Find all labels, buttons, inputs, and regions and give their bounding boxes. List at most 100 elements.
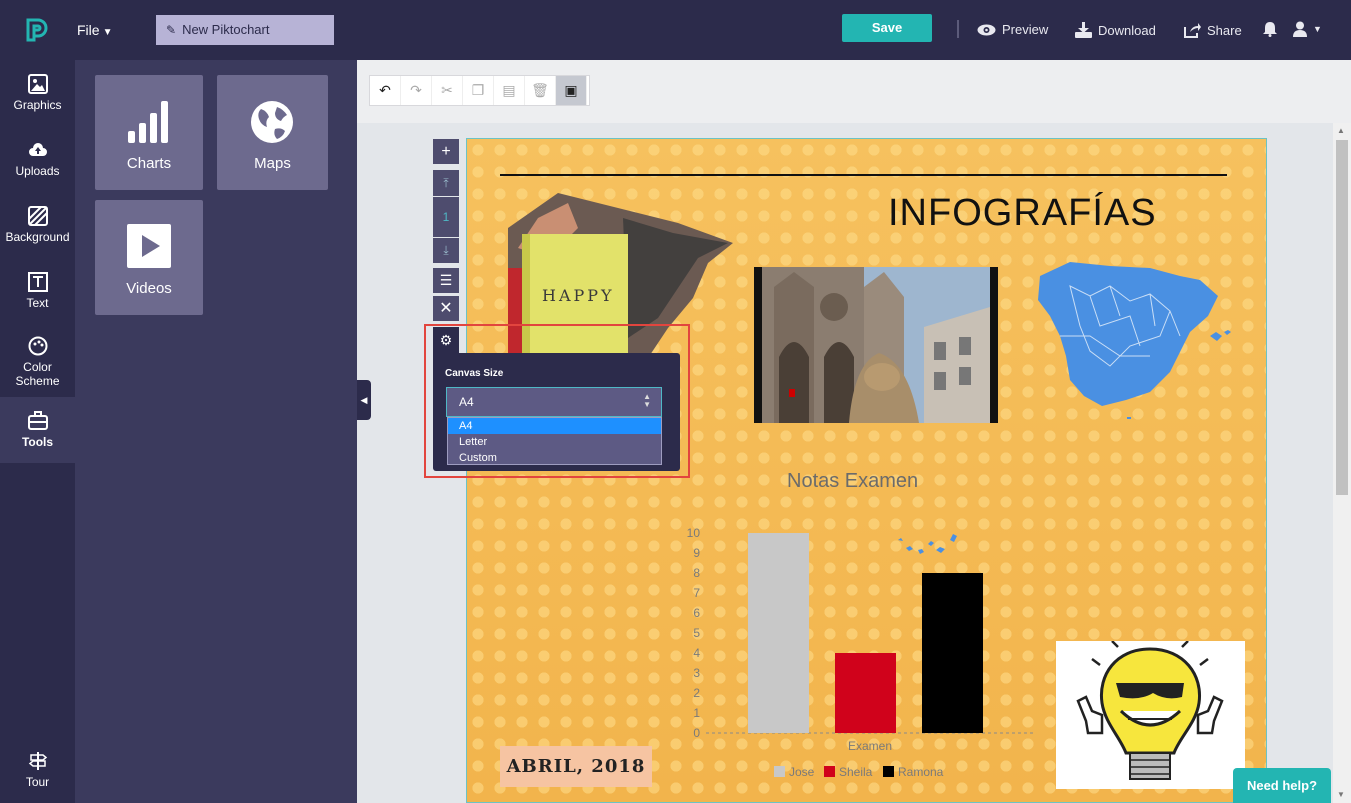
canvas-size-select[interactable]: A4 ▲ ▼ <box>446 387 662 417</box>
share-icon <box>1184 23 1201 38</box>
cathedral-photo[interactable] <box>754 267 998 423</box>
duplicate-icon: ☰ <box>439 272 453 288</box>
y-tick-label: 8 <box>693 566 700 580</box>
download-icon <box>1075 22 1092 38</box>
nav-label: Color Scheme <box>15 360 60 388</box>
y-tick-label: 1 <box>693 706 700 720</box>
pencil-icon: ✎ <box>166 23 177 37</box>
chevron-left-icon: ◀ <box>360 395 368 405</box>
tile-videos[interactable]: Videos <box>95 200 203 315</box>
eye-icon <box>977 24 996 35</box>
x-axis-label: Examen <box>848 739 892 753</box>
nav-label: Tour <box>25 775 50 789</box>
arrange-button[interactable]: ▣ <box>556 76 587 105</box>
user-icon <box>1293 21 1307 37</box>
file-menu[interactable]: File ▼ <box>77 22 112 38</box>
save-button[interactable]: Save <box>842 14 932 42</box>
tile-label: Videos <box>126 280 172 297</box>
globe-icon <box>251 101 293 143</box>
delete-block-button[interactable]: ✕ <box>433 296 459 321</box>
title-rule <box>500 174 1227 176</box>
cathedral-image <box>754 267 998 423</box>
canvas-size-value: A4 <box>459 395 474 409</box>
bell-icon <box>1263 22 1277 37</box>
scroll-down-arrow-icon[interactable]: ▼ <box>1337 790 1345 799</box>
copy-button[interactable]: ❐ <box>463 76 494 105</box>
nav-label: Graphics <box>13 98 62 112</box>
plus-icon: + <box>441 143 451 160</box>
nav-item-background[interactable]: Background <box>0 206 75 244</box>
move-block-up-button[interactable]: ⤒ <box>433 170 459 196</box>
date-badge[interactable]: ABRIL, 2018 <box>500 746 652 787</box>
y-tick-label: 2 <box>693 686 700 700</box>
nav-label: Tools <box>21 435 54 449</box>
preview-button[interactable]: Preview <box>977 22 1048 37</box>
nav-item-uploads[interactable]: Uploads <box>0 140 75 178</box>
y-tick-label: 3 <box>693 666 700 680</box>
divider <box>957 20 959 38</box>
select-arrows-icon: ▲ ▼ <box>643 392 651 409</box>
block-number: 1 <box>433 197 459 237</box>
legend-label: Ramona <box>898 765 944 779</box>
arrow-up-icon: ⤒ <box>443 176 449 190</box>
scissors-icon: ✂ <box>441 82 453 98</box>
bar-sheila <box>835 653 896 733</box>
tile-charts[interactable]: Charts <box>95 75 203 190</box>
y-tick-label: 5 <box>693 626 700 640</box>
delete-button[interactable]: 🗑 <box>525 76 556 105</box>
duplicate-block-button[interactable]: ☰ <box>433 268 459 293</box>
y-tick-label: 6 <box>693 606 700 620</box>
book-text: HAPPY <box>542 286 615 305</box>
y-tick-label: 7 <box>693 586 700 600</box>
spain-map[interactable] <box>1030 256 1238 424</box>
islands-map <box>898 534 957 554</box>
bar-jose <box>748 533 809 733</box>
nav-item-text[interactable]: Text <box>0 272 75 310</box>
copy-icon: ❐ <box>471 82 485 98</box>
canvas-settings-button[interactable]: ⚙ <box>433 327 459 353</box>
signpost-icon <box>28 752 47 770</box>
notifications-button[interactable] <box>1263 21 1277 37</box>
redo-icon: ↷ <box>410 82 422 98</box>
nav-item-graphics[interactable]: Graphics <box>0 72 75 112</box>
nav-item-tools[interactable]: Tools <box>0 397 75 463</box>
undo-button[interactable]: ↶ <box>370 76 401 105</box>
chevron-down-icon: ▼ <box>1313 24 1322 34</box>
legend-swatch <box>883 766 894 777</box>
add-block-button[interactable]: + <box>433 139 459 164</box>
canvas-size-option[interactable]: A4 <box>448 418 661 434</box>
canvas-size-option[interactable]: Letter <box>448 434 661 450</box>
download-button[interactable]: Download <box>1075 22 1156 38</box>
tile-label: Charts <box>126 155 172 172</box>
collapse-panel-toggle[interactable]: ◀ <box>357 380 371 420</box>
scroll-up-arrow-icon[interactable]: ▲ <box>1337 126 1345 135</box>
y-tick-label: 4 <box>693 646 700 660</box>
legend-swatch <box>774 766 785 777</box>
gear-icon: ⚙ <box>439 332 453 348</box>
move-block-down-button[interactable]: ⤓ <box>433 238 459 263</box>
arrow-down-icon: ⤓ <box>443 243 449 257</box>
redo-button[interactable]: ↷ <box>401 76 432 105</box>
user-menu[interactable]: ▼ <box>1293 21 1322 37</box>
nav-item-tour[interactable]: Tour <box>0 751 75 789</box>
text-icon <box>27 272 48 292</box>
cut-button[interactable]: ✂ <box>432 76 463 105</box>
cloud-upload-icon <box>28 143 47 156</box>
bar-ramona <box>922 573 983 733</box>
tile-maps[interactable]: Maps <box>217 75 328 190</box>
play-icon <box>127 224 171 268</box>
lightbulb-image[interactable] <box>1056 641 1245 789</box>
share-button[interactable]: Share <box>1184 22 1242 38</box>
paste-button[interactable]: ▤ <box>494 76 525 105</box>
nav-label: Background <box>5 230 70 244</box>
scrollbar-thumb[interactable] <box>1336 140 1348 495</box>
document-title-field[interactable]: ✎ New Piktochart <box>156 15 334 45</box>
bar-chart[interactable]: 0 1 2 3 4 5 6 7 8 9 10 Examen Jose Sheila Ramona <box>680 520 1040 785</box>
piktochart-logo-icon[interactable] <box>22 16 50 44</box>
nav-item-color-scheme[interactable]: Color Scheme <box>0 336 75 388</box>
canvas-size-option[interactable]: Custom <box>448 450 661 466</box>
chevron-down-icon: ▼ <box>102 27 113 38</box>
close-icon: ✕ <box>439 300 453 317</box>
infographic-title[interactable]: INFOGRAFÍAS <box>888 192 1157 235</box>
need-help-button[interactable]: Need help? <box>1233 768 1331 803</box>
